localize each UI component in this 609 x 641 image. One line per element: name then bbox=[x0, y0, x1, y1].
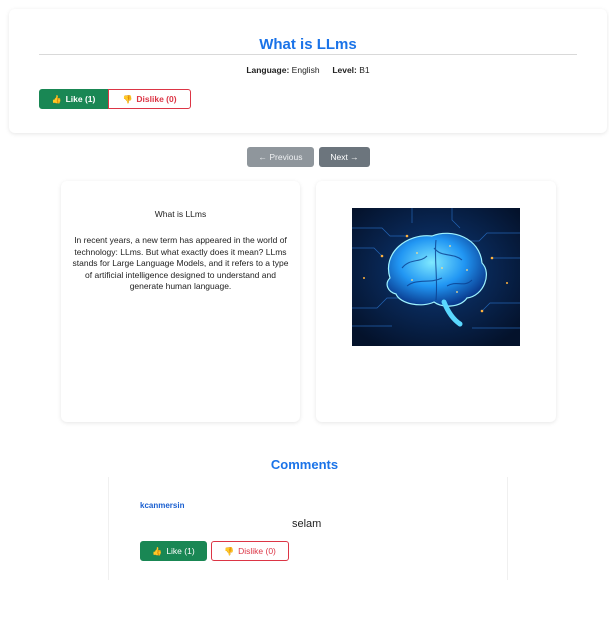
language-label: Language: bbox=[246, 65, 290, 75]
level-label: Level: bbox=[332, 65, 357, 75]
comment-item: kcanmersin selam 👍 Like (1) 👎 Dislike (0… bbox=[108, 477, 508, 580]
article-heading: What is LLms bbox=[154, 209, 207, 219]
page-title: What is LLms bbox=[259, 36, 357, 53]
next-button[interactable]: Next → bbox=[319, 147, 370, 167]
article-image-card bbox=[316, 181, 556, 422]
thumbs-down-icon: 👎 bbox=[122, 94, 133, 104]
like-button[interactable]: 👍 Like (1) bbox=[39, 89, 108, 109]
level-value: B1 bbox=[359, 65, 370, 75]
comment-text: selam bbox=[292, 518, 322, 530]
post-header-card: What is LLms Language: English Level: B1… bbox=[9, 9, 607, 133]
like-label: Like (1) bbox=[65, 94, 96, 104]
dislike-label: Dislike (0) bbox=[136, 94, 177, 104]
article-text-card: What is LLms In recent years, a new term… bbox=[61, 181, 300, 422]
comment-like-label: Like (1) bbox=[166, 546, 195, 556]
comment-dislike-label: Dislike (0) bbox=[238, 546, 276, 556]
title-divider bbox=[39, 54, 577, 55]
thumbs-up-icon: 👍 bbox=[152, 546, 163, 556]
dislike-button[interactable]: 👎 Dislike (0) bbox=[108, 89, 191, 109]
comment-dislike-button[interactable]: 👎 Dislike (0) bbox=[211, 541, 289, 561]
comments-heading: Comments bbox=[270, 457, 339, 472]
thumbs-up-icon: 👍 bbox=[51, 94, 62, 104]
brain-circuit-image bbox=[352, 208, 520, 346]
language-value: English bbox=[291, 65, 320, 75]
thumbs-down-icon: 👎 bbox=[224, 546, 235, 556]
article-body: In recent years, a new term has appeared… bbox=[72, 235, 289, 291]
comment-like-button[interactable]: 👍 Like (1) bbox=[140, 541, 207, 561]
post-meta: Language: English Level: B1 bbox=[9, 65, 607, 75]
comment-author[interactable]: kcanmersin bbox=[140, 501, 184, 510]
previous-button[interactable]: ← Previous bbox=[247, 147, 314, 167]
